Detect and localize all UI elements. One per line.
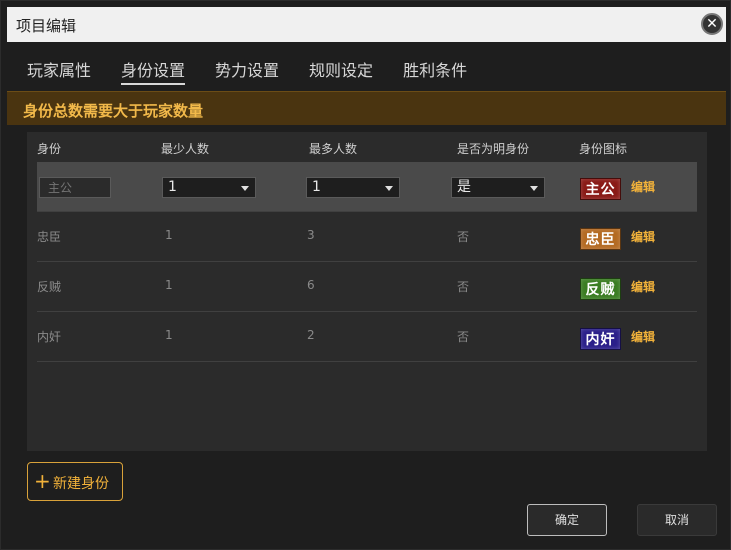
- header-icon: 身份图标: [579, 142, 628, 156]
- table-row[interactable]: 内奸 1 2 否 内奸 编辑: [37, 312, 697, 362]
- edit-icon-link[interactable]: 编辑: [631, 278, 655, 295]
- identity-icon-rebel: 反贼: [580, 278, 621, 300]
- identity-name: 反贼: [37, 280, 62, 294]
- identity-name: 内奸: [37, 330, 62, 344]
- close-icon: ✕: [706, 16, 718, 32]
- max-count-value: 1: [312, 179, 321, 195]
- chevron-down-icon: [530, 186, 538, 191]
- revealed-value: 是: [457, 179, 471, 195]
- identity-table: 身份 最少人数 最多人数 是否为明身份 身份图标 1 1 是 主公 编辑 忠臣: [27, 132, 707, 451]
- edit-icon-link[interactable]: 编辑: [631, 328, 655, 345]
- header-identity: 身份: [37, 142, 62, 156]
- revealed: 否: [457, 230, 470, 244]
- max-count: 2: [307, 328, 315, 342]
- tab-victory-conditions[interactable]: 胜利条件: [403, 57, 467, 83]
- cancel-button[interactable]: 取消: [637, 504, 717, 536]
- min-count-value: 1: [168, 179, 177, 195]
- tab-identity-settings[interactable]: 身份设置: [121, 57, 186, 85]
- header-max-count: 最多人数: [309, 142, 358, 156]
- new-identity-label: 新建身份: [53, 476, 109, 492]
- identity-name-input[interactable]: [39, 177, 111, 198]
- window-title: 项目编辑: [16, 17, 77, 35]
- project-edit-dialog: 项目编辑 ✕ 玩家属性 身份设置 势力设置 规则设定 胜利条件 身份总数需要大于…: [0, 0, 731, 550]
- table-row[interactable]: 忠臣 1 3 否 忠臣 编辑: [37, 212, 697, 262]
- header-min-count: 最少人数: [161, 142, 210, 156]
- identity-icon-lord: 主公: [580, 178, 621, 200]
- identity-name: 忠臣: [37, 230, 62, 244]
- identity-icon-loyalist: 忠臣: [580, 228, 621, 250]
- new-identity-button[interactable]: + 新建身份: [27, 462, 123, 501]
- revealed: 否: [457, 280, 470, 294]
- chevron-down-icon: [241, 186, 249, 191]
- min-count: 1: [165, 228, 173, 242]
- min-count: 1: [165, 328, 173, 342]
- identity-icon-traitor: 内奸: [580, 328, 621, 350]
- table-row[interactable]: 反贼 1 6 否 反贼 编辑: [37, 262, 697, 312]
- tab-bar: 玩家属性 身份设置 势力设置 规则设定 胜利条件: [27, 57, 467, 85]
- edit-icon-link[interactable]: 编辑: [631, 228, 655, 245]
- confirm-button[interactable]: 确定: [527, 504, 607, 536]
- close-button[interactable]: ✕: [701, 13, 723, 35]
- edit-icon-link[interactable]: 编辑: [631, 178, 655, 195]
- tab-faction-settings[interactable]: 势力设置: [215, 57, 279, 83]
- header-revealed: 是否为明身份: [457, 142, 530, 156]
- tab-player-attributes[interactable]: 玩家属性: [27, 57, 91, 83]
- title-bar: 项目编辑 ✕: [7, 7, 726, 42]
- plus-icon: +: [34, 469, 51, 493]
- table-row-editing[interactable]: 1 1 是 主公 编辑: [37, 162, 697, 212]
- min-count-select[interactable]: 1: [162, 177, 256, 198]
- revealed: 否: [457, 330, 470, 344]
- tab-rule-settings[interactable]: 规则设定: [309, 57, 373, 83]
- max-count-select[interactable]: 1: [306, 177, 400, 198]
- max-count: 6: [307, 278, 315, 292]
- min-count: 1: [165, 278, 173, 292]
- chevron-down-icon: [385, 186, 393, 191]
- max-count: 3: [307, 228, 315, 242]
- warning-banner: 身份总数需要大于玩家数量: [7, 91, 726, 125]
- warning-text: 身份总数需要大于玩家数量: [23, 102, 204, 120]
- revealed-select[interactable]: 是: [451, 177, 545, 198]
